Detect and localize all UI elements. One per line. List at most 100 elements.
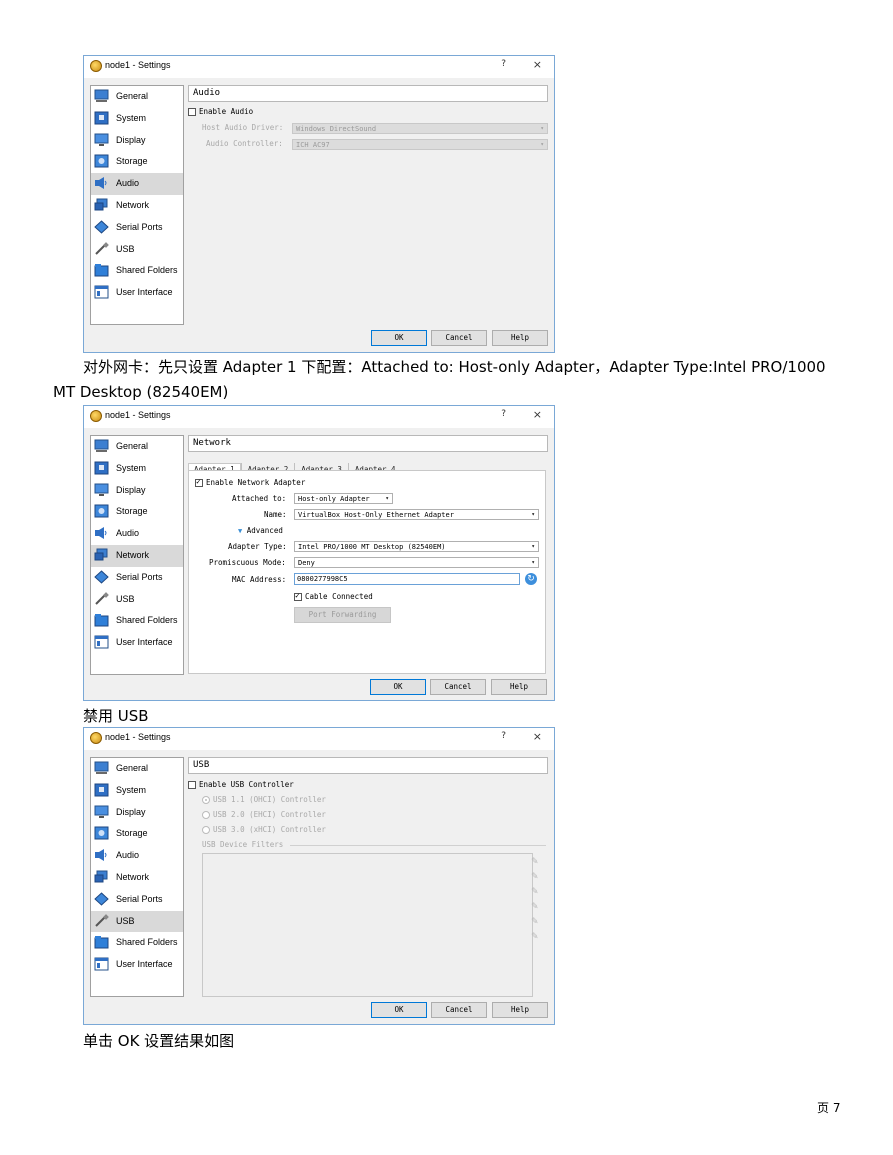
sidebar-item-usb[interactable]: USB [91,589,183,611]
port-forwarding-button[interactable]: Port Forwarding [294,607,391,623]
usb1-radio[interactable]: USB 1.1 (OHCI) Controller [202,795,326,804]
user-interface-icon [94,635,109,649]
sidebar-item-system[interactable]: System [91,458,183,480]
page-title: USB [188,757,548,774]
settings-sidebar: General System Display Storage Audio Network S… [90,435,184,675]
refresh-mac-icon[interactable]: ↻ [525,573,537,585]
sidebar-item-shared-folders[interactable]: Shared Folders [91,260,183,282]
sidebar-item-label: General [116,763,149,773]
checkbox-box[interactable] [294,591,302,601]
promiscuous-mode-label: Promiscuous Mode: [209,558,286,567]
sidebar-item-label: Network [116,549,150,560]
sidebar-item-serial-ports[interactable]: Serial Ports [91,889,183,911]
enable-audio-checkbox[interactable]: Enable Audio [188,107,253,116]
sidebar-item-user-interface[interactable]: User Interface [91,954,183,976]
display-icon [94,133,109,147]
help-button[interactable]: Help [492,1002,548,1018]
close-icon[interactable]: × [533,408,542,421]
name-select[interactable]: VirtualBox Host-Only Ethernet Adapter ▾ [294,509,539,520]
sidebar-item-label: General [116,441,149,451]
display-icon [94,483,109,497]
mac-address-input[interactable]: 0800277998C5 [294,573,520,585]
promiscuous-mode-select[interactable]: Deny ▾ [294,557,539,568]
sidebar-item-shared-folders[interactable]: Shared Folders [91,610,183,632]
sidebar-item-system[interactable]: System [91,108,183,130]
sidebar-item-shared-folders[interactable]: Shared Folders [91,932,183,954]
radio-button[interactable] [202,811,210,819]
sidebar-item-storage[interactable]: Storage [91,823,183,845]
sidebar-item-label: User Interface [116,287,173,298]
sidebar-item-general[interactable]: General [91,86,183,108]
usb-filters-list[interactable] [202,853,533,997]
radio-button[interactable] [202,796,210,804]
sidebar-item-network[interactable]: Network [91,544,183,567]
sidebar-item-storage[interactable]: Storage [91,501,183,523]
sidebar-item-display[interactable]: Display [91,802,183,824]
attached-to-select[interactable]: Host-only Adapter ▾ [294,493,393,504]
advanced-toggle[interactable]: ▼ Advanced [238,526,283,535]
sidebar-item-audio[interactable]: Audio [91,173,183,195]
settings-window-network: node1 - Settings ? × General System Displa… [83,405,555,701]
sidebar-item-network[interactable]: Network [91,867,183,889]
move-filter-up-icon[interactable]: ✎ [531,918,540,927]
help-icon[interactable]: ? [501,731,506,741]
close-icon[interactable]: × [533,730,542,743]
name-label: Name: [264,510,287,519]
remove-filter-icon[interactable]: ✎ [531,903,540,912]
radio-button[interactable] [202,826,210,834]
sidebar-item-storage[interactable]: Storage [91,151,183,173]
serial-ports-icon [94,570,109,584]
sidebar-item-serial-ports[interactable]: Serial Ports [91,567,183,589]
checkbox-box[interactable] [188,108,196,116]
add-filter-icon[interactable]: ✎ [531,858,540,867]
network-icon [94,870,109,884]
settings-window-usb: node1 - Settings ? × General System Displa… [83,727,555,1025]
move-filter-down-icon[interactable]: ✎ [531,933,540,942]
sidebar-item-display[interactable]: Display [91,480,183,502]
sidebar-item-label: Serial Ports [116,571,163,582]
sidebar-item-audio[interactable]: Audio [91,845,183,867]
enable-network-adapter-checkbox[interactable]: Enable Network Adapter [195,477,305,487]
host-audio-driver-select[interactable]: Windows DirectSound ▾ [292,123,548,134]
settings-sidebar: General System Display Storage Audio Network S… [90,85,184,325]
edit-filter-icon[interactable]: ✎ [531,888,540,897]
checkbox-box[interactable] [195,477,203,487]
sidebar-item-usb[interactable]: USB [91,239,183,261]
sidebar-item-user-interface[interactable]: User Interface [91,632,183,654]
ok-button[interactable]: OK [371,1002,427,1018]
help-icon[interactable]: ? [501,409,506,419]
cancel-button[interactable]: Cancel [430,679,486,695]
adapter-type-label: Adapter Type: [228,542,287,551]
usb3-radio[interactable]: USB 3.0 (xHCI) Controller [202,825,326,834]
sidebar-item-general[interactable]: General [91,758,183,780]
cancel-button[interactable]: Cancel [431,330,487,346]
ok-button[interactable]: OK [371,330,427,346]
ok-button[interactable]: OK [370,679,426,695]
enable-usb-controller-checkbox[interactable]: Enable USB Controller [188,780,294,789]
sidebar-item-display[interactable]: Display [91,130,183,152]
cable-connected-checkbox[interactable]: Cable Connected [294,591,373,601]
sidebar-item-usb[interactable]: USB [91,910,183,933]
close-icon[interactable]: × [533,58,542,71]
sidebar-item-general[interactable]: General [91,436,183,458]
sidebar-item-audio[interactable]: Audio [91,523,183,545]
sidebar-item-user-interface[interactable]: User Interface [91,282,183,304]
audio-page: Audio Enable Audio Host Audio Driver: Wi… [188,85,548,150]
help-icon[interactable]: ? [501,59,506,69]
user-interface-icon [94,285,109,299]
shared-folders-icon [94,263,109,277]
add-filter-from-device-icon[interactable]: ✎ [531,873,540,882]
usb-page: USB Enable USB Controller USB 1.1 (OHCI)… [188,757,548,997]
help-button[interactable]: Help [491,679,547,695]
audio-controller-select[interactable]: ICH AC97 ▾ [292,139,548,150]
checkbox-box[interactable] [188,781,196,789]
usb2-radio[interactable]: USB 2.0 (EHCI) Controller [202,810,326,819]
help-button[interactable]: Help [492,330,548,346]
sidebar-item-network[interactable]: Network [91,195,183,217]
sidebar-item-system[interactable]: System [91,780,183,802]
sidebar-item-label: User Interface [116,959,173,970]
sidebar-item-serial-ports[interactable]: Serial Ports [91,217,183,239]
adapter-type-select[interactable]: Intel PRO/1000 MT Desktop (82540EM) ▾ [294,541,539,552]
cancel-button[interactable]: Cancel [431,1002,487,1018]
sidebar-item-label: Network [116,199,150,210]
